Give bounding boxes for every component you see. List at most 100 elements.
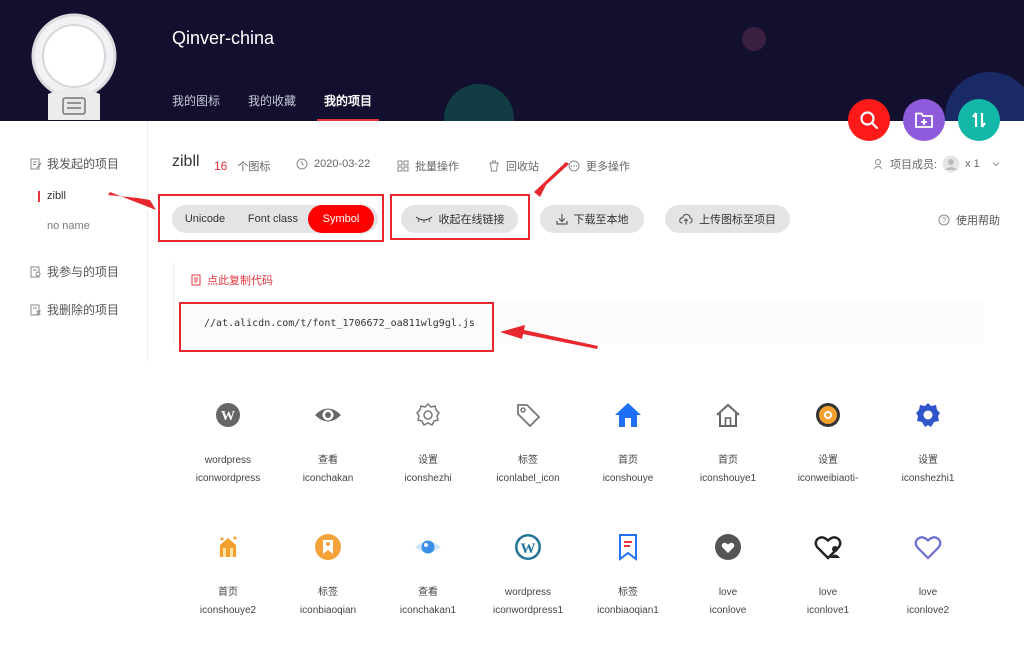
icon-code-name: iconchakan xyxy=(302,473,354,484)
icon-card[interactable]: 设置 iconshezhi xyxy=(378,398,478,486)
download-icon xyxy=(555,214,568,225)
iconfont-project-page: Qinver-china 我的图标 我的收藏 我的项目 我发起的项目 zibll… xyxy=(0,0,1024,652)
icon-card[interactable]: 查看 iconchakan xyxy=(278,398,378,486)
icon-card[interactable]: Wwordpress iconwordpress xyxy=(178,398,278,486)
icon-code-name: iconwordpress xyxy=(195,473,261,484)
eye-icon xyxy=(278,398,378,432)
heart-circle-icon xyxy=(678,530,778,564)
date-text: 2020-03-22 xyxy=(314,158,371,170)
sidebar-project-zibll[interactable]: zibll xyxy=(47,190,66,202)
icon-card[interactable]: love iconlove xyxy=(678,530,778,618)
tab-my-projects[interactable]: 我的项目 xyxy=(317,92,380,121)
user-name: Qinver-china xyxy=(172,28,275,48)
wordpress-blue-icon: W xyxy=(478,530,578,564)
project-date: 2020-03-22 xyxy=(296,158,370,170)
icon-code-name: iconlove2 xyxy=(906,605,950,616)
svg-text:W: W xyxy=(221,409,235,424)
tab-my-icons[interactable]: 我的图标 xyxy=(172,92,220,121)
copy-doc-icon xyxy=(191,274,201,286)
annotation-arrow xyxy=(534,162,569,197)
tag-round-icon xyxy=(278,530,378,564)
copy-code-link[interactable]: 点此复制代码 xyxy=(191,272,273,288)
icon-name: 设置 xyxy=(818,455,838,466)
sort-arrows-icon xyxy=(972,112,986,128)
icon-name: love xyxy=(818,587,838,598)
help-circle-icon: ? xyxy=(938,214,950,226)
sidebar-item-joined[interactable]: 我参与的项目 xyxy=(30,263,119,280)
icon-name: wordpress xyxy=(204,455,252,466)
clock-icon xyxy=(296,158,308,170)
members-icon xyxy=(873,159,883,170)
search-fab[interactable] xyxy=(848,99,890,141)
icon-code-name: iconlove1 xyxy=(806,605,850,616)
doc-delete-icon xyxy=(30,304,41,315)
folder-add-icon xyxy=(915,112,933,128)
icon-card[interactable]: love iconlove2 xyxy=(878,530,978,618)
icon-code-name: iconshouye1 xyxy=(699,473,757,484)
chevron-down-icon xyxy=(992,162,1000,167)
member-avatar xyxy=(942,155,960,173)
heart-person-icon xyxy=(778,530,878,564)
gear-outline-icon xyxy=(378,398,478,432)
recycle-bin-button[interactable]: 回收站 xyxy=(488,158,539,174)
sort-fab[interactable] xyxy=(958,99,1000,141)
icon-card[interactable]: 查看 iconchakan1 xyxy=(378,530,478,618)
icon-code-name: iconshouye xyxy=(602,473,654,484)
home-filled-icon xyxy=(578,398,678,432)
batch-operation-button[interactable]: 批量操作 xyxy=(397,158,459,174)
trash-label: 回收站 xyxy=(506,161,539,173)
download-local-button[interactable]: 下载至本地 xyxy=(540,205,644,233)
icon-card[interactable]: 设置 iconshezhi1 xyxy=(878,398,978,486)
icon-name: 标签 xyxy=(318,587,338,598)
gear-orange-icon xyxy=(778,398,878,432)
add-to-project-fab[interactable] xyxy=(903,99,945,141)
download-label: 下载至本地 xyxy=(573,214,629,226)
icon-card[interactable]: 标签 iconbiaoqian xyxy=(278,530,378,618)
project-members[interactable]: 项目成员: x 1 xyxy=(873,155,1001,173)
search-icon xyxy=(860,111,879,130)
icon-code-name: iconweibiaoti- xyxy=(797,473,859,484)
icon-card[interactable]: 设置 iconweibiaoti- xyxy=(778,398,878,486)
gear-blue-icon xyxy=(878,398,978,432)
icon-code-name: iconshezhi xyxy=(404,473,452,484)
icon-card[interactable]: 首页 iconshouye xyxy=(578,398,678,486)
icon-name: love xyxy=(918,587,938,598)
icon-card[interactable]: Wwordpress iconwordpress1 xyxy=(478,530,578,618)
icon-name: 设置 xyxy=(418,455,438,466)
sidebar-project-no-name[interactable]: no name xyxy=(47,220,90,232)
home-color-icon xyxy=(178,530,278,564)
code-panel-border xyxy=(173,263,174,345)
icon-name: 首页 xyxy=(618,455,638,466)
icon-name: 查看 xyxy=(318,455,338,466)
icon-code-name: iconshouye2 xyxy=(199,605,257,616)
icon-card[interactable]: 首页 iconshouye2 xyxy=(178,530,278,618)
heart-outline-icon xyxy=(878,530,978,564)
bookmark-icon xyxy=(578,530,678,564)
sidebar-item-started[interactable]: 我发起的项目 xyxy=(30,155,119,172)
help-link[interactable]: ? 使用帮助 xyxy=(938,212,1000,228)
sidebar-item-label: 我发起的项目 xyxy=(47,157,120,171)
edit-doc-icon xyxy=(30,158,42,169)
more-actions-button[interactable]: 更多操作 xyxy=(568,158,630,174)
doc-search-icon xyxy=(30,266,41,277)
decor-bubble xyxy=(742,27,766,51)
icon-card[interactable]: 标签 iconbiaoqian1 xyxy=(578,530,678,618)
icon-card[interactable]: 标签 iconlabel_icon xyxy=(478,398,578,486)
upload-icons-button[interactable]: 上传图标至项目 xyxy=(665,205,790,233)
project-title: zibll xyxy=(172,153,200,170)
members-count: x 1 xyxy=(965,158,980,170)
tab-my-favorites[interactable]: 我的收藏 xyxy=(248,92,296,121)
icon-name: 首页 xyxy=(718,455,738,466)
icon-card[interactable]: love iconlove1 xyxy=(778,530,878,618)
icon-card[interactable]: 首页 iconshouye1 xyxy=(678,398,778,486)
avatar[interactable] xyxy=(30,12,118,120)
icon-code-name: iconlove xyxy=(709,605,747,616)
icon-name: 查看 xyxy=(418,587,438,598)
icon-name: 首页 xyxy=(218,587,238,598)
icon-count: 16 个图标 xyxy=(214,158,270,174)
sidebar-item-deleted[interactable]: 我删除的项目 xyxy=(30,301,119,318)
icon-code-name: iconchakan1 xyxy=(399,605,457,616)
svg-text:W: W xyxy=(521,541,536,557)
icon-name: love xyxy=(718,587,738,598)
icon-code-name: iconshezhi1 xyxy=(901,473,955,484)
